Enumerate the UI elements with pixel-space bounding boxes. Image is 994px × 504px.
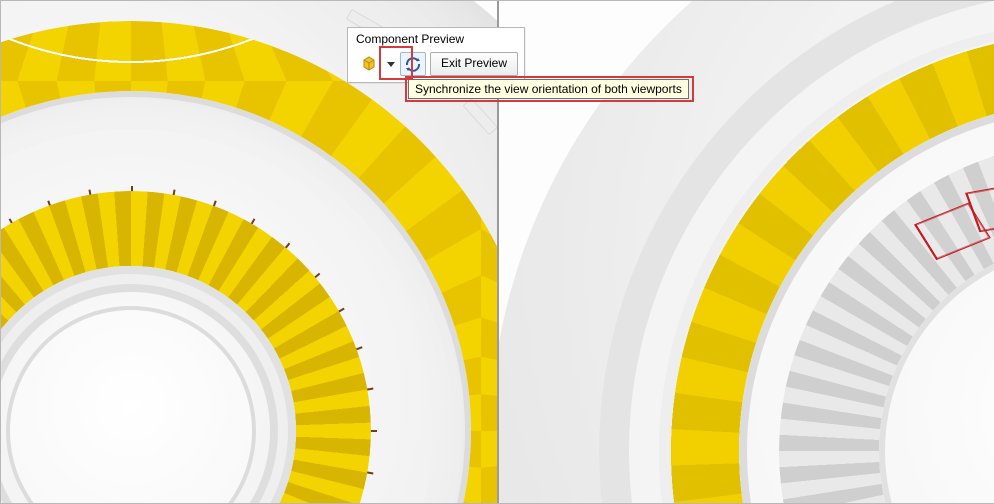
right-viewport[interactable] xyxy=(499,1,994,503)
component-cube-icon xyxy=(360,56,378,72)
toolbar-title: Component Preview xyxy=(348,28,524,50)
chevron-down-icon xyxy=(387,60,395,68)
display-style-button[interactable] xyxy=(356,52,382,76)
sync-views-button[interactable] xyxy=(400,52,426,76)
display-style-dropdown[interactable] xyxy=(386,60,396,68)
app-window: Component Preview xyxy=(0,0,994,504)
component-preview-toolbar: Component Preview xyxy=(347,27,525,83)
sync-views-icon xyxy=(404,56,422,72)
exit-preview-button[interactable]: Exit Preview xyxy=(430,52,518,76)
sync-tooltip: Synchronize the view orientation of both… xyxy=(408,79,689,99)
